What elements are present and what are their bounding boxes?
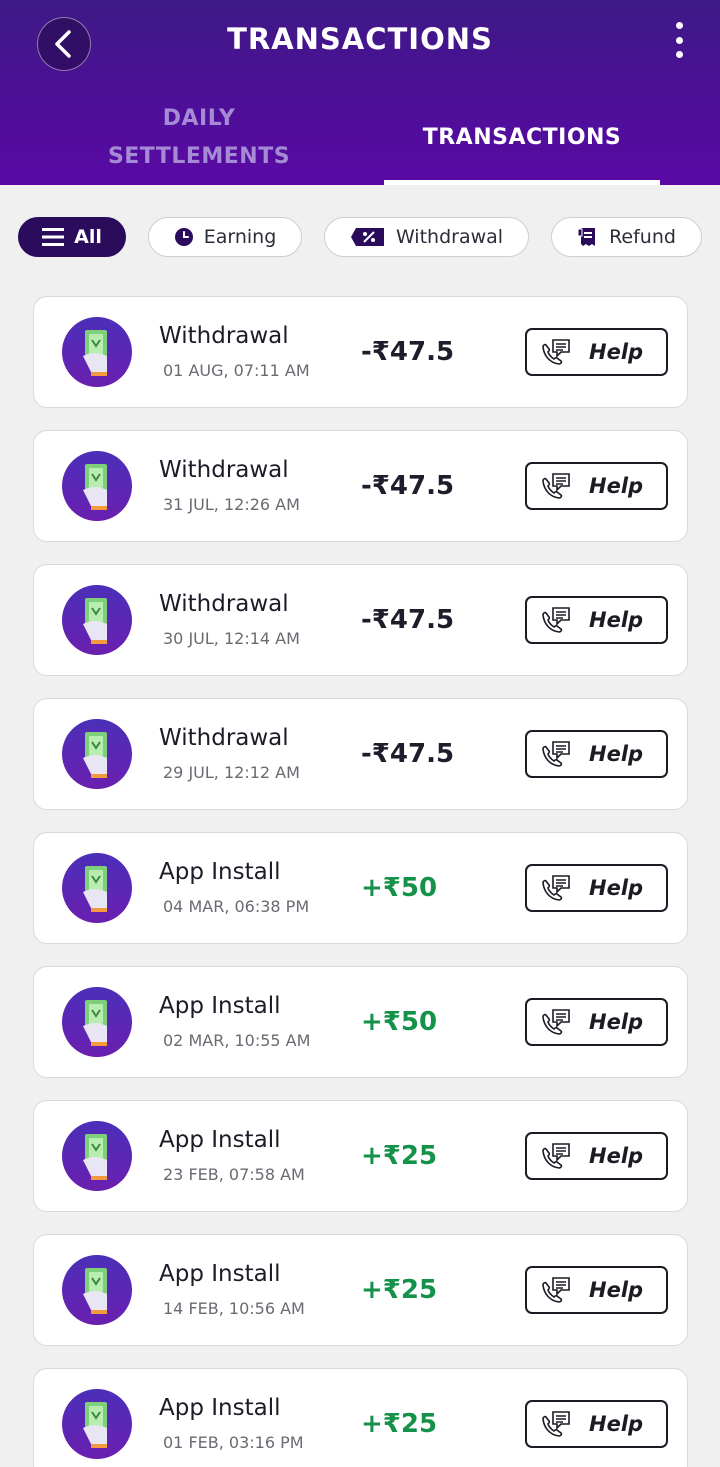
help-button[interactable]: Help xyxy=(525,730,668,778)
filter-refund-label: Refund xyxy=(609,226,676,248)
withdrawal-money-icon xyxy=(61,450,133,522)
transaction-card: Withdrawal 30 JUL, 12:14 AM -₹47.5 Help xyxy=(33,564,688,676)
transaction-amount: -₹47.5 xyxy=(361,739,455,769)
transaction-amount: +₹25 xyxy=(361,1409,438,1439)
help-button[interactable]: Help xyxy=(525,596,668,644)
transaction-date: 29 JUL, 12:12 AM xyxy=(163,763,300,782)
help-button[interactable]: Help xyxy=(525,998,668,1046)
transaction-date: 31 JUL, 12:26 AM xyxy=(163,495,300,514)
phone-chat-icon xyxy=(539,472,571,502)
transaction-card: App Install 14 FEB, 10:56 AM +₹25 Help xyxy=(33,1234,688,1346)
transaction-title: App Install xyxy=(159,1261,281,1287)
transaction-card: Withdrawal 01 AUG, 07:11 AM -₹47.5 Help xyxy=(33,296,688,408)
help-button-label: Help xyxy=(589,1412,644,1436)
transaction-date: 01 FEB, 03:16 PM xyxy=(163,1433,304,1452)
filter-withdrawal[interactable]: Withdrawal xyxy=(324,217,529,257)
list-icon xyxy=(42,228,65,246)
help-button-label: Help xyxy=(589,340,644,364)
transaction-date: 01 AUG, 07:11 AM xyxy=(163,361,310,380)
help-button[interactable]: Help xyxy=(525,328,668,376)
withdrawal-money-icon xyxy=(61,1388,133,1460)
withdrawal-money-icon xyxy=(61,316,133,388)
help-button-label: Help xyxy=(589,474,644,498)
phone-chat-icon xyxy=(539,1008,571,1038)
withdrawal-money-icon xyxy=(61,584,133,656)
more-options-button[interactable] xyxy=(664,20,694,60)
tab-daily-settlements[interactable]: DAILY SETTLEMENTS xyxy=(40,90,358,185)
help-button[interactable]: Help xyxy=(525,462,668,510)
transaction-title: App Install xyxy=(159,1395,281,1421)
help-button-label: Help xyxy=(589,876,644,900)
transaction-date: 30 JUL, 12:14 AM xyxy=(163,629,300,648)
help-button-label: Help xyxy=(589,608,644,632)
transaction-title: App Install xyxy=(159,1127,281,1153)
tab-transactions-label: TRANSACTIONS xyxy=(422,124,622,150)
help-button[interactable]: Help xyxy=(525,1400,668,1448)
withdrawal-money-icon xyxy=(61,852,133,924)
filter-withdrawal-label: Withdrawal xyxy=(395,226,504,248)
withdrawal-money-icon xyxy=(61,1254,133,1326)
transaction-amount: -₹47.5 xyxy=(361,337,455,367)
phone-chat-icon xyxy=(539,874,571,904)
discount-tag-icon xyxy=(350,228,384,246)
transaction-title: Withdrawal xyxy=(159,725,289,751)
phone-chat-icon xyxy=(539,1142,571,1172)
tab-transactions[interactable]: TRANSACTIONS xyxy=(384,90,660,185)
transaction-title: Withdrawal xyxy=(159,591,289,617)
filter-all[interactable]: All xyxy=(18,217,126,257)
filter-all-label: All xyxy=(74,226,102,248)
transaction-amount: +₹50 xyxy=(361,1007,438,1037)
phone-chat-icon xyxy=(539,606,571,636)
phone-chat-icon xyxy=(539,338,571,368)
help-button[interactable]: Help xyxy=(525,864,668,912)
withdrawal-money-icon xyxy=(61,718,133,790)
transaction-title: App Install xyxy=(159,859,281,885)
help-button-label: Help xyxy=(589,1278,644,1302)
transaction-card: App Install 02 MAR, 10:55 AM +₹50 Help xyxy=(33,966,688,1078)
transaction-card: App Install 23 FEB, 07:58 AM +₹25 Help xyxy=(33,1100,688,1212)
filter-earning-label: Earning xyxy=(203,226,277,248)
phone-chat-icon xyxy=(539,1276,571,1306)
help-button-label: Help xyxy=(589,742,644,766)
clock-icon xyxy=(174,228,193,246)
help-button[interactable]: Help xyxy=(525,1132,668,1180)
transaction-date: 02 MAR, 10:55 AM xyxy=(163,1031,311,1050)
transaction-date: 04 MAR, 06:38 PM xyxy=(163,897,310,916)
tab-daily-label-2: SETTLEMENTS xyxy=(107,143,291,169)
transaction-date: 23 FEB, 07:58 AM xyxy=(163,1165,305,1184)
receipt-icon xyxy=(577,228,596,246)
filter-earning[interactable]: Earning xyxy=(148,217,302,257)
transaction-amount: -₹47.5 xyxy=(361,471,455,501)
transaction-amount: +₹50 xyxy=(361,873,438,903)
filter-refund[interactable]: Refund xyxy=(551,217,702,257)
app-header: TRANSACTIONS DAILY SETTLEMENTS TRANSACTI… xyxy=(0,0,720,185)
withdrawal-money-icon xyxy=(61,986,133,1058)
transaction-title: Withdrawal xyxy=(159,323,289,349)
phone-chat-icon xyxy=(539,1410,571,1440)
transaction-card: App Install 04 MAR, 06:38 PM +₹50 Help xyxy=(33,832,688,944)
transaction-amount: -₹47.5 xyxy=(361,605,455,635)
transaction-title: App Install xyxy=(159,993,281,1019)
page-title: TRANSACTIONS xyxy=(227,22,493,56)
help-button[interactable]: Help xyxy=(525,1266,668,1314)
active-tab-indicator xyxy=(384,180,660,185)
withdrawal-money-icon xyxy=(61,1120,133,1192)
transaction-amount: +₹25 xyxy=(361,1141,438,1171)
more-vertical-icon xyxy=(675,22,683,29)
transaction-card: Withdrawal 29 JUL, 12:12 AM -₹47.5 Help xyxy=(33,698,688,810)
transaction-date: 14 FEB, 10:56 AM xyxy=(163,1299,305,1318)
transaction-amount: +₹25 xyxy=(361,1275,438,1305)
transaction-card: App Install 01 FEB, 03:16 PM +₹25 Help xyxy=(33,1368,688,1467)
phone-chat-icon xyxy=(539,740,571,770)
help-button-label: Help xyxy=(589,1144,644,1168)
tab-daily-label-1: DAILY xyxy=(162,105,236,131)
transaction-card: Withdrawal 31 JUL, 12:26 AM -₹47.5 Help xyxy=(33,430,688,542)
transaction-title: Withdrawal xyxy=(159,457,289,483)
help-button-label: Help xyxy=(589,1010,644,1034)
